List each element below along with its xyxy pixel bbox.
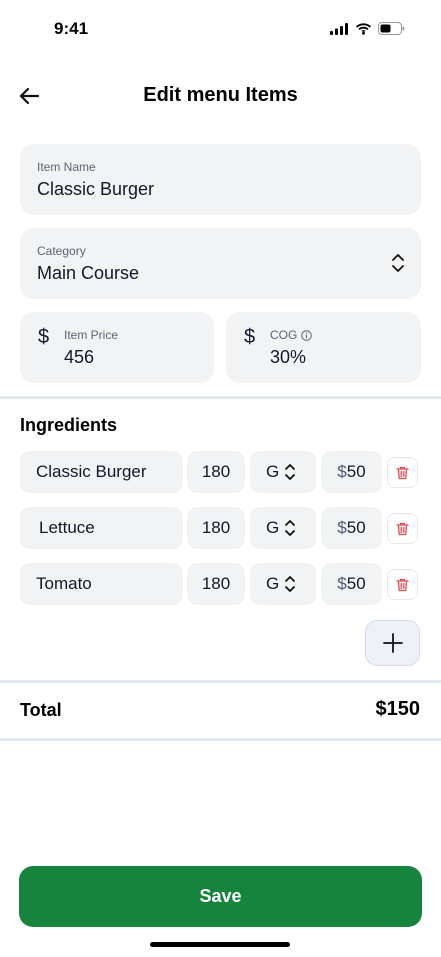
cog-value[interactable]: 30% (270, 347, 306, 368)
ingredient-unit-select[interactable]: G (250, 451, 316, 493)
trash-icon (396, 466, 409, 479)
currency-symbol: $ (337, 574, 347, 593)
ingredient-unit-value: G (266, 518, 280, 537)
delete-ingredient-button[interactable] (387, 513, 418, 544)
ingredient-cost-input[interactable]: $50 (321, 451, 382, 493)
item-price-label: Item Price (64, 328, 119, 342)
ingredient-name-input[interactable]: Classic Burger (20, 451, 183, 493)
wifi-icon (356, 22, 371, 35)
ingredient-name-input[interactable]: Tomato (20, 563, 183, 605)
ingredient-row: Tomato 180 G $50 (20, 563, 421, 605)
item-price-field[interactable]: $ Item Price 456 (20, 312, 214, 383)
status-time: 9:41 (54, 19, 89, 38)
ingredient-row: Classic Burger 180 G $50 (20, 451, 421, 493)
delete-ingredient-button[interactable] (387, 569, 418, 600)
ingredient-cost-input[interactable]: $50 (321, 507, 382, 549)
status-bar: 9:41 (0, 0, 441, 56)
ingredient-unit-select[interactable]: G (250, 563, 316, 605)
section-divider (0, 738, 441, 741)
cog-label-wrap: COG (270, 328, 313, 342)
item-price-value[interactable]: 456 (64, 347, 94, 368)
add-ingredient-button[interactable] (365, 620, 420, 666)
category-select[interactable]: Category Main Course (20, 228, 421, 299)
chevron-up-down-icon (285, 464, 295, 480)
ingredient-quantity-input[interactable]: 180 (187, 563, 245, 605)
section-divider (0, 396, 441, 399)
ingredients-title: Ingredients (20, 415, 118, 435)
section-divider (0, 680, 441, 683)
currency-symbol: $ (337, 462, 347, 481)
status-icons (330, 22, 405, 35)
home-indicator (150, 942, 290, 947)
currency-symbol: $ (337, 518, 347, 537)
ingredient-name-input[interactable]: Lettuce (20, 507, 183, 549)
page-title: Edit menu Items (143, 84, 298, 106)
ingredient-cost-value: 50 (346, 518, 366, 537)
category-label: Category (37, 244, 86, 258)
dollar-icon: $ (244, 326, 256, 348)
ingredient-quantity-input[interactable]: 180 (187, 451, 245, 493)
dollar-icon: $ (38, 326, 50, 348)
ingredient-row: Lettuce 180 G $50 (20, 507, 421, 549)
save-button[interactable]: Save (19, 866, 422, 927)
ingredient-cost-value: 50 (346, 574, 366, 593)
trash-icon (396, 578, 409, 591)
header: Edit menu Items (0, 76, 441, 116)
cog-label: COG (270, 328, 298, 342)
cog-field[interactable]: $ COG 30% (226, 312, 421, 383)
ingredient-unit-select[interactable]: G (250, 507, 316, 549)
ingredient-unit-value: G (266, 462, 280, 481)
chevron-up-down-icon (285, 520, 295, 536)
chevron-up-down-icon (285, 576, 295, 592)
category-value: Main Course (37, 263, 140, 283)
ingredient-unit-value: G (266, 574, 280, 593)
ingredient-quantity-input[interactable]: 180 (187, 507, 245, 549)
trash-icon (396, 522, 409, 535)
total-label: Total (20, 700, 62, 720)
ingredient-cost-input[interactable]: $50 (321, 563, 382, 605)
plus-icon (382, 633, 403, 653)
total-value: $150 (375, 698, 421, 720)
cellular-signal-icon (330, 22, 348, 35)
item-name-label: Item Name (37, 160, 96, 174)
delete-ingredient-button[interactable] (387, 457, 418, 488)
info-icon[interactable] (301, 330, 313, 341)
item-name-value[interactable]: Classic Burger (37, 179, 154, 200)
ingredient-cost-value: 50 (346, 462, 366, 481)
chevron-up-down-icon (392, 254, 404, 272)
battery-icon (378, 22, 405, 35)
item-name-field[interactable]: Item Name Classic Burger (20, 144, 421, 215)
